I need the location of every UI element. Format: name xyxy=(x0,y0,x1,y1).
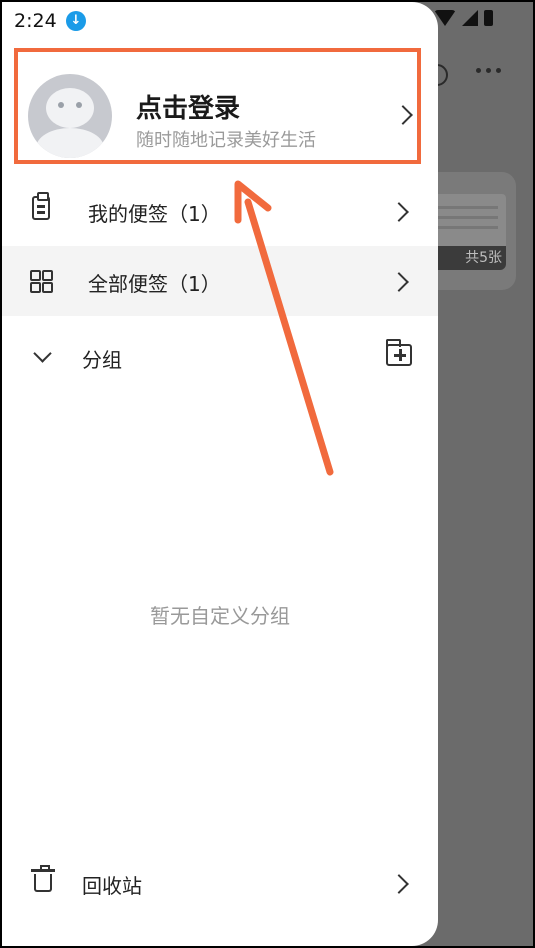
screen: 共5张 2:24 ↓ 点击登录 随时随地记录美好生活 我的便签（1） 全部便签（… xyxy=(2,2,533,946)
annotation-arrow xyxy=(234,180,334,476)
